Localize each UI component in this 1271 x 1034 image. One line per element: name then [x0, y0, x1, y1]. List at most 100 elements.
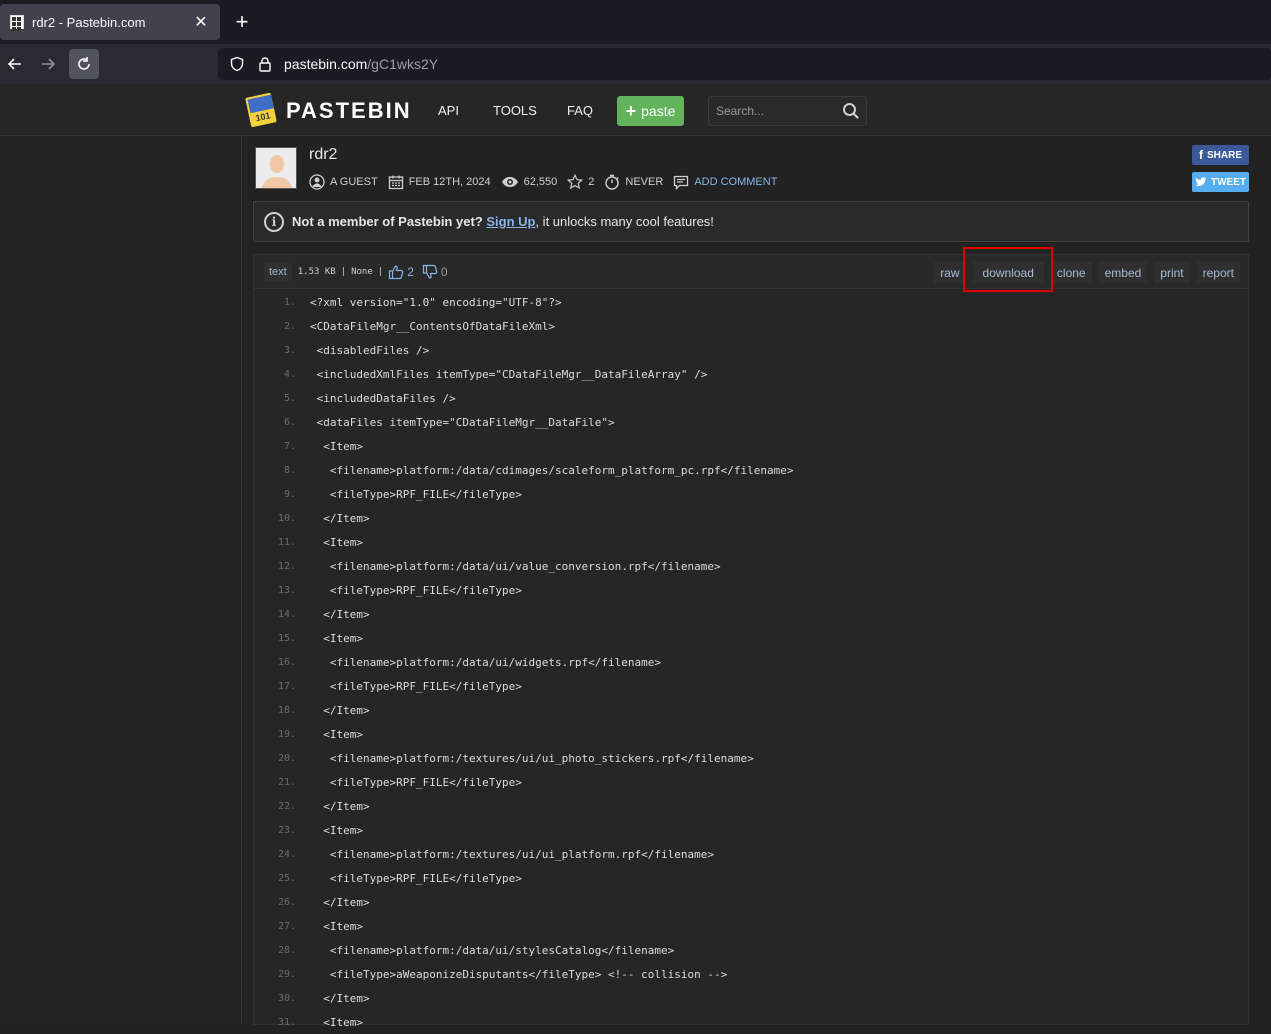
code-text: <disabledFiles />	[310, 343, 430, 357]
line-number: 10.	[277, 512, 296, 524]
tweet-label: TWEET	[1211, 176, 1246, 188]
code-text: <filename>platform:/data/ui/value_conver…	[310, 559, 721, 573]
code-line: 18. </Item>	[254, 698, 1248, 722]
search-icon[interactable]	[842, 102, 860, 120]
code-line: 17. <fileType>RPF_FILE</fileType>	[254, 674, 1248, 698]
line-number: 21.	[277, 776, 296, 788]
code-text: <filename>platform:/textures/ui/ui_photo…	[310, 751, 754, 765]
line-number: 29.	[277, 968, 296, 980]
url-host: pastebin.com	[284, 56, 368, 72]
new-paste-label: paste	[641, 103, 676, 119]
browser-tab[interactable]: rdr2 - Pastebin.com ✕	[0, 4, 220, 40]
paste-stars[interactable]: 2	[567, 174, 594, 190]
paste-author: A GUEST	[309, 174, 378, 190]
pastebin-favicon-icon	[10, 15, 24, 31]
browser-tab-bar: rdr2 - Pastebin.com ✕ +	[0, 0, 1271, 44]
code-text: <fileType>RPF_FILE</fileType>	[310, 775, 522, 789]
left-sidebar	[0, 136, 242, 1025]
line-number: 19.	[277, 728, 296, 740]
clone-button[interactable]: clone	[1050, 262, 1092, 283]
signup-link[interactable]: Sign Up	[486, 214, 535, 229]
line-number: 26.	[277, 896, 296, 908]
line-number: 24.	[277, 848, 296, 860]
paste-code-box: text 1.53 KB | None | 2 0 raw download c…	[253, 254, 1249, 1029]
reload-button[interactable]	[69, 49, 99, 79]
info-icon: i	[264, 211, 284, 232]
tab-close-icon[interactable]: ✕	[192, 12, 210, 32]
line-number: 22.	[277, 800, 296, 812]
line-number: 3.	[283, 344, 296, 356]
reload-icon	[78, 57, 90, 70]
code-toolbar-actions: raw download clone embed print report	[927, 262, 1240, 283]
code-line: 10. </Item>	[254, 506, 1248, 530]
nav-faq[interactable]: FAQ	[567, 103, 593, 118]
new-tab-button[interactable]: +	[230, 10, 254, 34]
nav-api[interactable]: API	[438, 103, 459, 118]
code-text: <Item>	[310, 919, 363, 933]
pastebin-logo-icon[interactable]: 101	[244, 92, 278, 128]
code-toolbar-info: text 1.53 KB | None | 2 0	[264, 263, 456, 281]
search-box	[708, 96, 867, 126]
code-text: <includedXmlFiles itemType="CDataFileMgr…	[310, 367, 708, 381]
syntax-tag[interactable]: text	[264, 263, 292, 281]
raw-button[interactable]: raw	[934, 262, 966, 283]
code-text: <Item>	[310, 1015, 363, 1029]
code-line: 13. <fileType>RPF_FILE</fileType>	[254, 578, 1248, 602]
report-button[interactable]: report	[1196, 262, 1240, 283]
code-text: </Item>	[310, 703, 370, 717]
line-number: 17.	[277, 680, 296, 692]
browser-nav-bar: pastebin.com/gC1wks2Y	[0, 44, 1271, 84]
line-number: 16.	[277, 656, 296, 668]
lock-icon[interactable]	[256, 55, 274, 73]
author-label: A GUEST	[330, 176, 378, 188]
search-input[interactable]	[709, 97, 839, 125]
forward-button[interactable]	[33, 49, 63, 79]
facebook-icon: f	[1198, 148, 1203, 162]
code-line: 11. <Item>	[254, 530, 1248, 554]
code-text: <fileType>RPF_FILE</fileType>	[310, 679, 522, 693]
download-button[interactable]: download	[972, 262, 1044, 283]
back-button[interactable]	[0, 49, 30, 79]
line-number: 7.	[283, 440, 296, 452]
line-number: 9.	[283, 488, 296, 500]
dislikes-count: 0	[440, 265, 448, 279]
arrow-right-icon	[42, 58, 56, 70]
share-label: SHARE	[1206, 149, 1242, 161]
twitter-tweet-button[interactable]: TWEET	[1192, 172, 1249, 192]
like-button[interactable]: 2	[388, 264, 414, 280]
code-text: </Item>	[310, 607, 370, 621]
paste-meta: A GUEST FEB 12TH, 2024 62,550 2 NEVER AD…	[309, 173, 787, 191]
code-line: 19. <Item>	[254, 722, 1248, 746]
line-number: 1.	[283, 296, 296, 308]
dislike-button[interactable]: 0	[422, 264, 448, 280]
nav-tools[interactable]: TOOLS	[493, 103, 537, 118]
code-line: 23. <Item>	[254, 818, 1248, 842]
print-button[interactable]: print	[1154, 262, 1190, 283]
code-text: <filename>platform:/data/cdimages/scalef…	[310, 463, 794, 477]
shield-icon[interactable]	[228, 55, 246, 73]
line-number: 14.	[277, 608, 296, 620]
line-number: 31.	[277, 1016, 296, 1028]
code-line: 4. <includedXmlFiles itemType="CDataFile…	[254, 362, 1248, 386]
code-line: 7. <Item>	[254, 434, 1248, 458]
code-text: </Item>	[310, 511, 370, 525]
star-icon[interactable]	[567, 174, 584, 190]
user-icon	[309, 174, 325, 190]
url-bar[interactable]: pastebin.com/gC1wks2Y	[218, 48, 1271, 80]
new-paste-button[interactable]: + paste	[617, 96, 684, 126]
code-text: <Item>	[310, 823, 363, 837]
site-logo-text[interactable]: PASTEBIN	[286, 98, 412, 124]
facebook-share-button[interactable]: f SHARE	[1192, 145, 1249, 165]
add-comment-link[interactable]: ADD COMMENT	[673, 174, 777, 190]
twitter-bird-icon	[1195, 177, 1207, 187]
code-text: <Item>	[310, 439, 363, 453]
code-line: 8. <filename>platform:/data/cdimages/sca…	[254, 458, 1248, 482]
code-line: 1. <?xml version="1.0" encoding="UTF-8"?>	[254, 290, 1248, 314]
line-number: 28.	[277, 944, 296, 956]
guest-avatar	[255, 147, 297, 189]
embed-button[interactable]: embed	[1098, 262, 1148, 283]
code-toolbar: text 1.53 KB | None | 2 0 raw download c…	[254, 255, 1248, 289]
code-line: 21. <fileType>RPF_FILE</fileType>	[254, 770, 1248, 794]
stars-label: 2	[588, 176, 595, 188]
line-number: 12.	[277, 560, 296, 572]
